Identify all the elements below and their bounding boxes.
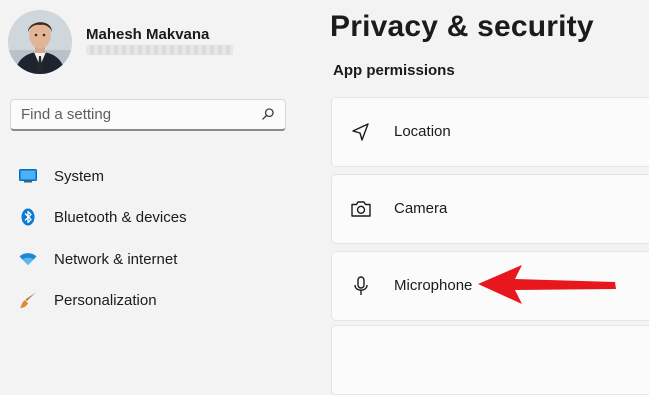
sidebar-item-label: System [54, 167, 105, 185]
sidebar-item-personalization[interactable]: Personalization [10, 282, 300, 318]
sidebar-item-label: Bluetooth & devices [54, 208, 187, 226]
annotation-arrow [478, 265, 616, 304]
sidebar-item-bluetooth[interactable]: Bluetooth & devices [10, 199, 300, 235]
search-input[interactable] [21, 100, 251, 128]
monitor-icon [18, 166, 38, 186]
bluetooth-icon [18, 207, 38, 227]
page-title: Privacy & security [330, 10, 594, 43]
wifi-icon [18, 249, 38, 269]
permission-label: Location [394, 123, 451, 140]
avatar[interactable] [8, 10, 72, 74]
search-icon[interactable] [261, 107, 275, 121]
search-box[interactable] [10, 99, 286, 131]
navigation-pane: Mahesh Makvana System Bluetooth & device… [0, 0, 310, 328]
paintbrush-icon [18, 290, 38, 310]
sidebar-item-network[interactable]: Network & internet [10, 241, 300, 277]
permission-label: Microphone [394, 277, 473, 294]
permission-label: Camera [394, 200, 448, 217]
microphone-icon [354, 276, 368, 295]
user-name: Mahesh Makvana [86, 26, 210, 43]
section-heading: App permissions [333, 62, 455, 79]
permission-card-camera[interactable]: Camera [331, 174, 649, 244]
location-icon [352, 123, 369, 141]
permission-card-next[interactable] [331, 325, 649, 395]
sidebar-item-label: Network & internet [54, 250, 178, 268]
sidebar-item-system[interactable]: System [10, 158, 300, 194]
avatar-image [8, 10, 72, 74]
camera-icon [351, 201, 371, 217]
sidebar-item-label: Personalization [54, 291, 157, 309]
permission-card-location[interactable]: Location [331, 97, 649, 167]
user-email-redacted [86, 45, 233, 55]
